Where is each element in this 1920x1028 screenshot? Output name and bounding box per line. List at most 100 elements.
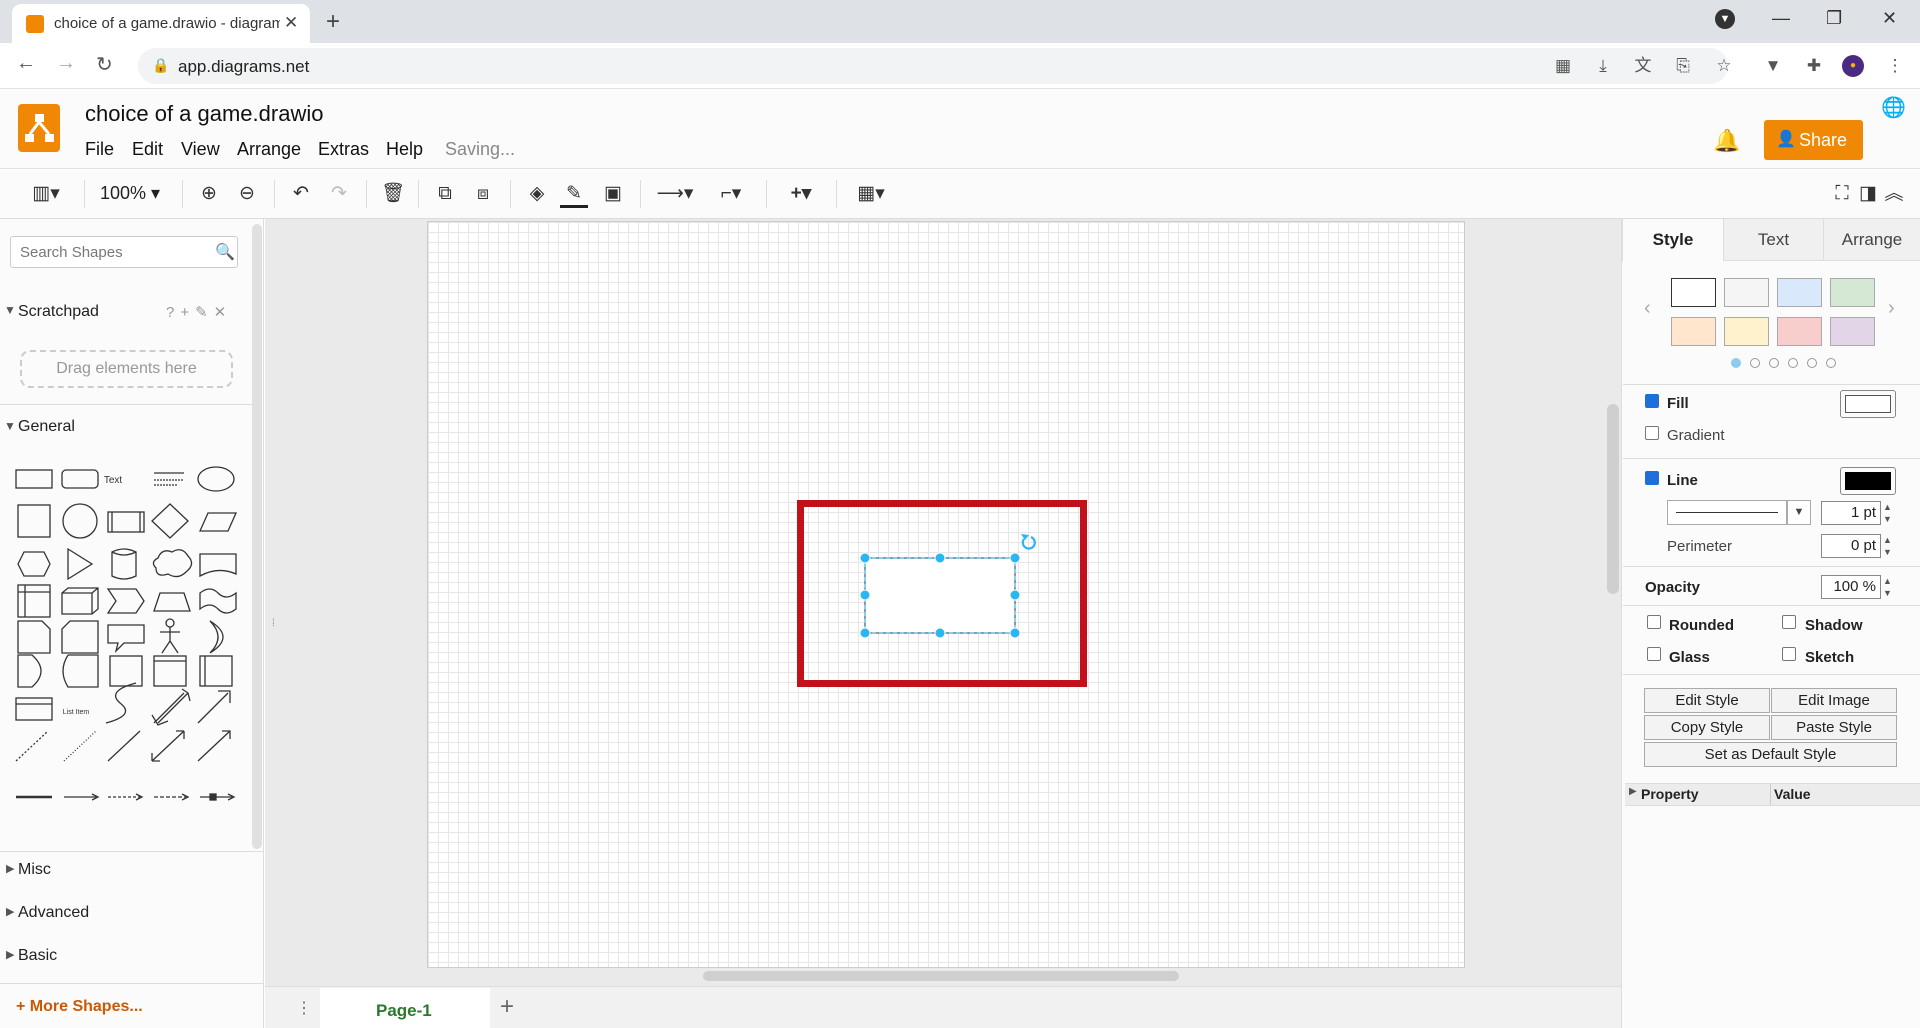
more-shapes-button[interactable]: + More Shapes... bbox=[16, 998, 143, 1016]
delete-icon[interactable]: 🗑 bbox=[380, 180, 406, 208]
search-shapes-input[interactable]: Search Shapes 🔍 bbox=[10, 236, 238, 268]
connection-style-icon[interactable]: ⟶▾ bbox=[654, 180, 696, 208]
zoom-out-icon[interactable]: ⊖ bbox=[234, 180, 260, 208]
expand-arrow-icon[interactable]: ▶ bbox=[6, 862, 14, 875]
menu-edit[interactable]: Edit bbox=[132, 139, 163, 160]
style-swatch[interactable] bbox=[1724, 317, 1769, 346]
opacity-stepper-icon[interactable]: ▲ ▼ bbox=[1883, 575, 1892, 599]
scratchpad-dropzone[interactable]: Drag elements here bbox=[20, 350, 233, 388]
toggle-panel-icon[interactable]: ◨ bbox=[1856, 180, 1880, 208]
swatch-page-dot[interactable] bbox=[1731, 358, 1741, 368]
tab-arrange[interactable]: Arrange bbox=[1823, 219, 1920, 261]
swatch-next-icon[interactable]: › bbox=[1888, 297, 1895, 320]
qr-icon[interactable]: ▦ bbox=[1552, 55, 1574, 77]
glass-checkbox[interactable] bbox=[1647, 647, 1661, 661]
line-color-icon[interactable]: ✎ bbox=[560, 180, 588, 208]
line-pattern-dropdown-icon[interactable]: ▼ bbox=[1787, 500, 1811, 525]
swatch-page-dot[interactable] bbox=[1826, 358, 1836, 368]
line-checkbox[interactable] bbox=[1645, 471, 1659, 485]
collapse-arrow-icon[interactable]: ▼ bbox=[4, 419, 16, 433]
omnibox[interactable]: 🔒 app.diagrams.net bbox=[138, 48, 1728, 84]
shadow-icon[interactable]: ▣ bbox=[600, 180, 626, 208]
document-title[interactable]: choice of a game.drawio bbox=[85, 101, 323, 127]
browser-menu-icon[interactable]: ⋮ bbox=[1884, 55, 1906, 77]
general-header[interactable]: General bbox=[18, 418, 75, 436]
to-back-icon[interactable]: ⧈ bbox=[470, 180, 496, 208]
undo-icon[interactable]: ↶ bbox=[288, 180, 314, 208]
redo-icon[interactable]: ↷ bbox=[326, 180, 352, 208]
style-swatch[interactable] bbox=[1830, 317, 1875, 346]
fill-color-icon[interactable]: ◈ bbox=[524, 180, 550, 208]
collapse-arrow-icon[interactable]: ▼ bbox=[4, 303, 16, 317]
splitter-handle-icon[interactable]: ⁞ bbox=[272, 618, 275, 629]
style-swatch[interactable] bbox=[1671, 317, 1716, 346]
gradient-checkbox[interactable] bbox=[1645, 426, 1659, 440]
back-icon[interactable]: ← bbox=[16, 52, 36, 75]
browser-tab[interactable]: choice of a game.drawio - diagrams.net ✕ bbox=[12, 4, 310, 43]
profile-avatar[interactable]: ● bbox=[1842, 55, 1864, 77]
tab-close-icon[interactable]: ✕ bbox=[284, 13, 298, 33]
search-icon[interactable]: 🔍 bbox=[215, 242, 235, 262]
swatch-page-dot[interactable] bbox=[1750, 358, 1760, 368]
menu-view[interactable]: View bbox=[181, 139, 220, 160]
notification-bell-icon[interactable]: 🔔 bbox=[1713, 128, 1740, 154]
menu-help[interactable]: Help bbox=[386, 139, 423, 160]
perimeter-input[interactable]: 0 pt bbox=[1821, 534, 1881, 558]
to-front-icon[interactable]: ⧉ bbox=[432, 180, 458, 208]
restore-icon[interactable]: ❐ bbox=[1826, 8, 1842, 29]
canvas-vertical-scrollbar[interactable] bbox=[1607, 404, 1619, 594]
share-button[interactable]: 👤 Share bbox=[1764, 120, 1863, 160]
extension-v-icon[interactable]: ▼ bbox=[1762, 55, 1784, 77]
reload-icon[interactable]: ↻ bbox=[96, 52, 113, 77]
copy-style-button[interactable]: Copy Style bbox=[1644, 715, 1770, 740]
new-tab-icon[interactable]: + bbox=[326, 8, 340, 36]
line-width-input[interactable]: 1 pt bbox=[1821, 501, 1881, 525]
bookmark-star-icon[interactable]: ☆ bbox=[1713, 55, 1735, 77]
page-tab-label[interactable]: Page-1 bbox=[376, 1001, 432, 1021]
install-icon[interactable]: ⤓ bbox=[1592, 55, 1614, 77]
opacity-input[interactable]: 100 % bbox=[1821, 575, 1881, 599]
insert-plus-icon[interactable]: +▾ bbox=[780, 180, 822, 208]
swatch-page-dot[interactable] bbox=[1769, 358, 1779, 368]
fullscreen-icon[interactable]: ⛶ bbox=[1830, 180, 1854, 208]
tab-style[interactable]: Style bbox=[1622, 219, 1723, 261]
profile-dropdown-icon[interactable]: ▼ bbox=[1715, 9, 1735, 29]
forward-icon[interactable]: → bbox=[56, 52, 76, 75]
edit-image-button[interactable]: Edit Image bbox=[1771, 688, 1897, 713]
expand-arrow-icon[interactable]: ▶ bbox=[6, 905, 14, 918]
swatch-prev-icon[interactable]: ‹ bbox=[1644, 297, 1651, 320]
scratchpad-actions-icon[interactable]: ?+✎✕ bbox=[166, 303, 232, 321]
style-swatch[interactable] bbox=[1724, 278, 1769, 307]
style-swatch[interactable] bbox=[1671, 278, 1716, 307]
waypoints-icon[interactable]: ⌐▾ bbox=[710, 180, 752, 208]
minimize-icon[interactable]: — bbox=[1772, 8, 1790, 29]
sketch-checkbox[interactable] bbox=[1782, 647, 1796, 661]
swatch-page-dot[interactable] bbox=[1788, 358, 1798, 368]
style-swatch[interactable] bbox=[1777, 317, 1822, 346]
perimeter-stepper-icon[interactable]: ▲ ▼ bbox=[1883, 534, 1892, 558]
shapes-scrollbar[interactable] bbox=[252, 224, 262, 849]
line-width-stepper-icon[interactable]: ▲ ▼ bbox=[1883, 501, 1892, 525]
basic-header[interactable]: Basic bbox=[18, 947, 57, 965]
advanced-header[interactable]: Advanced bbox=[18, 904, 89, 922]
pages-menu-icon[interactable]: ⋮ bbox=[296, 998, 312, 1018]
collapse-icon[interactable]: ︽ bbox=[1882, 180, 1906, 208]
close-window-icon[interactable]: ✕ bbox=[1882, 8, 1897, 29]
selected-rectangle-shape[interactable] bbox=[858, 530, 1048, 640]
expand-arrow-icon[interactable]: ▶ bbox=[6, 948, 14, 961]
scratchpad-header[interactable]: Scratchpad bbox=[18, 303, 99, 321]
language-globe-icon[interactable]: 🌐 bbox=[1881, 95, 1906, 120]
shadow-checkbox[interactable] bbox=[1782, 615, 1796, 629]
translate-icon[interactable]: 文 bbox=[1632, 55, 1654, 77]
zoom-in-icon[interactable]: ⊕ bbox=[196, 180, 222, 208]
expand-properties-icon[interactable]: ▶ bbox=[1629, 786, 1637, 797]
misc-header[interactable]: Misc bbox=[18, 861, 51, 879]
paste-style-button[interactable]: Paste Style bbox=[1771, 715, 1897, 740]
add-page-icon[interactable]: + bbox=[500, 993, 514, 1021]
style-swatch[interactable] bbox=[1830, 278, 1875, 307]
zoom-dropdown[interactable]: 100% ▾ bbox=[100, 183, 160, 204]
swatch-page-dot[interactable] bbox=[1807, 358, 1817, 368]
table-icon[interactable]: ▦▾ bbox=[850, 180, 892, 208]
tab-text[interactable]: Text bbox=[1723, 219, 1823, 261]
format-panel-toggle-icon[interactable]: ▥▾ bbox=[26, 180, 66, 208]
